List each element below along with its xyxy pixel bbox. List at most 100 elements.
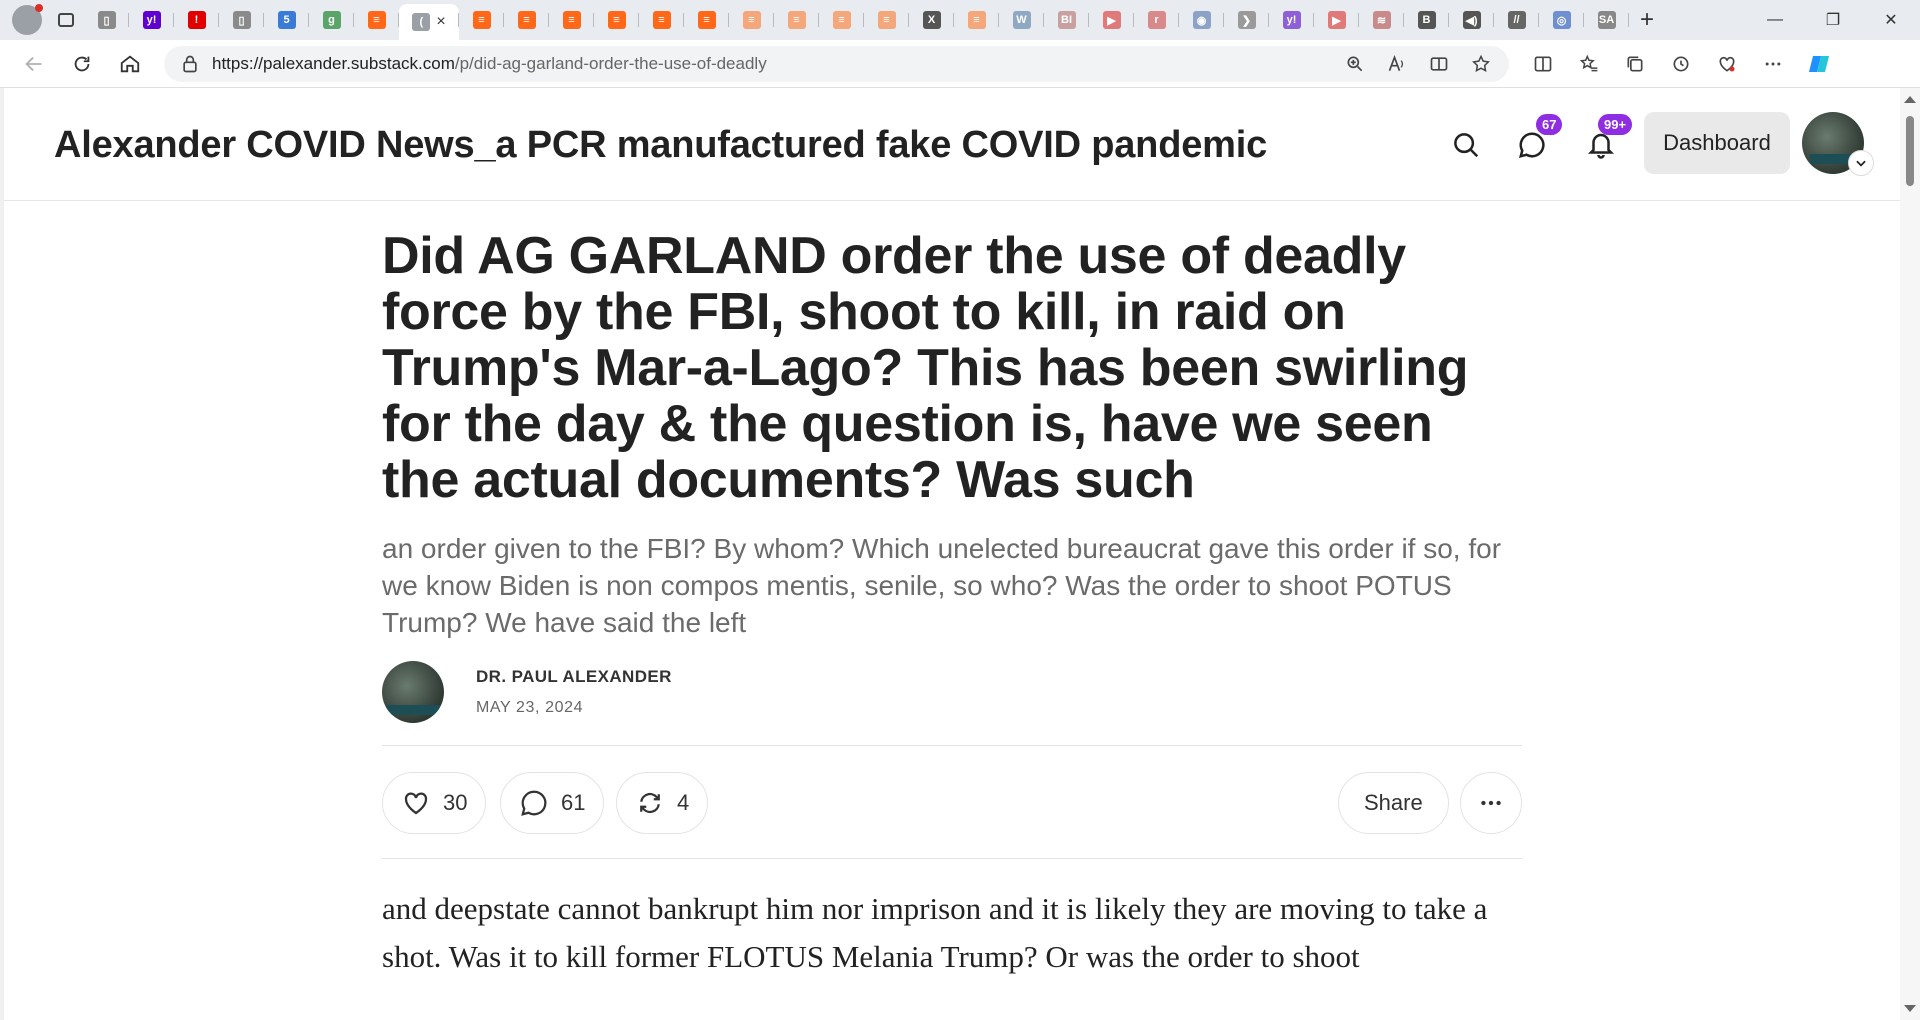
zoom-icon xyxy=(1347,56,1363,71)
browser-tab[interactable]: ≋ xyxy=(1359,4,1404,36)
browser-tab[interactable]: ≡ xyxy=(684,4,729,36)
close-window-button[interactable]: ✕ xyxy=(1862,0,1920,40)
wordpress-icon: W xyxy=(1012,11,1031,29)
ellipsis-icon xyxy=(1765,62,1781,65)
split-screen-button[interactable] xyxy=(1523,48,1563,80)
search-button[interactable] xyxy=(1444,123,1488,167)
substack-icon: ≡ xyxy=(517,11,536,29)
restore-button[interactable]: ❐ xyxy=(1804,0,1862,40)
five-icon: 5 xyxy=(277,11,296,29)
browser-tab[interactable]: ▯ xyxy=(219,4,264,36)
youtube-icon: ▶ xyxy=(1102,11,1121,29)
collections-button[interactable] xyxy=(1615,48,1655,80)
browser-tab[interactable]: // xyxy=(1494,4,1539,36)
refresh-icon xyxy=(74,56,90,71)
active-tab[interactable]: (× xyxy=(399,4,459,40)
browser-tab[interactable]: ◎ xyxy=(1539,4,1584,36)
site-title[interactable]: Alexander COVID News_a PCR manufactured … xyxy=(54,124,1267,167)
browser-tab[interactable]: ≡ xyxy=(954,4,999,36)
browser-tab[interactable]: ▯ xyxy=(84,4,129,36)
performance-button[interactable] xyxy=(1707,48,1747,80)
browser-tab[interactable]: B xyxy=(1404,4,1449,36)
refresh-button[interactable] xyxy=(58,44,106,84)
browser-tab[interactable]: ≡ xyxy=(819,4,864,36)
b-icon: B xyxy=(1417,11,1436,29)
browser-tab[interactable]: X xyxy=(909,4,954,36)
browser-tab[interactable]: ≡ xyxy=(864,4,909,36)
restack-button[interactable]: 4 xyxy=(616,772,709,834)
scroll-down-arrow[interactable] xyxy=(1904,1005,1916,1012)
browser-tab[interactable]: ≡ xyxy=(549,4,594,36)
read-aloud-button[interactable] xyxy=(1377,48,1417,80)
account-menu-button[interactable] xyxy=(1848,150,1874,176)
lock-icon[interactable] xyxy=(180,54,200,74)
scroll-up-arrow[interactable] xyxy=(1904,96,1916,103)
browser-tab[interactable]: BI xyxy=(1044,4,1089,36)
browser-tab[interactable]: r xyxy=(1134,4,1179,36)
browser-tab[interactable]: y! xyxy=(1269,4,1314,36)
address-actions xyxy=(1335,48,1509,80)
immersive-reader-button[interactable] xyxy=(1419,48,1459,80)
profile-icon[interactable] xyxy=(12,4,43,35)
favorites-button[interactable] xyxy=(1569,48,1609,80)
browser-tab[interactable]: W xyxy=(999,4,1044,36)
comment-button[interactable]: 61 xyxy=(500,772,605,834)
podcast-icon: ◉ xyxy=(1192,11,1211,29)
browser-tab[interactable]: ≡ xyxy=(504,4,549,36)
scrollbar-thumb[interactable] xyxy=(1906,116,1914,186)
restack-count: 4 xyxy=(677,790,690,815)
collections-icon xyxy=(1627,56,1643,71)
browser-tab[interactable]: ≡ xyxy=(774,4,819,36)
substack-icon: ≡ xyxy=(607,11,626,29)
yahoo-icon: y! xyxy=(1282,11,1301,29)
browser-tab[interactable]: ≡ xyxy=(639,4,684,36)
favorites-icon xyxy=(1579,54,1598,71)
sciam-icon: SA xyxy=(1597,11,1616,29)
zoom-button[interactable] xyxy=(1335,48,1375,80)
substack-icon: ≡ xyxy=(562,11,581,29)
browser-tab[interactable]: SA xyxy=(1584,4,1629,36)
ellipsis-icon xyxy=(1481,800,1501,806)
browser-tab[interactable]: ▶ xyxy=(1089,4,1134,36)
more-tools-button[interactable] xyxy=(1753,48,1793,80)
browser-tab[interactable]: ◀) xyxy=(1449,4,1494,36)
youtube-icon: ▶ xyxy=(1327,11,1346,29)
minimize-button[interactable]: — xyxy=(1746,0,1804,40)
home-button[interactable] xyxy=(106,44,154,84)
byline: DR. PAUL ALEXANDER MAY 23, 2024 xyxy=(382,661,1522,729)
address-field[interactable]: https://palexander.substack.com/p/did-ag… xyxy=(164,45,1509,82)
notification-count-badge: 99+ xyxy=(1598,114,1633,135)
favorite-button[interactable] xyxy=(1461,48,1501,80)
browser-tab[interactable]: y! xyxy=(129,4,174,36)
browser-tab[interactable]: ≡ xyxy=(459,4,504,36)
chat-count-badge: 67 xyxy=(1536,114,1563,135)
browser-tab[interactable]: ▶ xyxy=(1314,4,1359,36)
new-tab-button[interactable]: + xyxy=(1629,4,1665,36)
avatar-banner xyxy=(386,705,440,715)
scrollbar[interactable] xyxy=(1900,88,1920,1020)
browser-tab[interactable]: ≡ xyxy=(354,4,399,36)
history-button[interactable] xyxy=(1661,48,1701,80)
browser-tab[interactable]: 5 xyxy=(264,4,309,36)
substack-icon: ≡ xyxy=(652,11,671,29)
browser-tab[interactable]: ◉ xyxy=(1179,4,1224,36)
more-options-button[interactable] xyxy=(1460,772,1522,834)
share-button[interactable]: Share xyxy=(1338,772,1449,834)
comment-count: 61 xyxy=(561,790,586,815)
browser-tab[interactable]: ❯ xyxy=(1224,4,1269,36)
comment-icon xyxy=(521,790,547,816)
dashboard-button[interactable]: Dashboard xyxy=(1644,112,1790,174)
globe-icon: ◎ xyxy=(1552,11,1571,29)
browser-tab[interactable]: g xyxy=(309,4,354,36)
browser-tab[interactable]: ≡ xyxy=(729,4,774,36)
browser-tab[interactable]: ≡ xyxy=(594,4,639,36)
close-tab-icon[interactable]: × xyxy=(436,13,445,31)
author-name[interactable]: DR. PAUL ALEXANDER xyxy=(476,667,672,687)
tab-actions-button[interactable] xyxy=(48,6,84,34)
browser-tab[interactable]: ! xyxy=(174,4,219,36)
web-page: Alexander COVID News_a PCR manufactured … xyxy=(0,88,1900,1020)
back-button[interactable] xyxy=(10,44,58,84)
copilot-button[interactable] xyxy=(1799,48,1839,80)
author-avatar[interactable] xyxy=(382,661,444,723)
like-button[interactable]: 30 xyxy=(382,772,487,834)
